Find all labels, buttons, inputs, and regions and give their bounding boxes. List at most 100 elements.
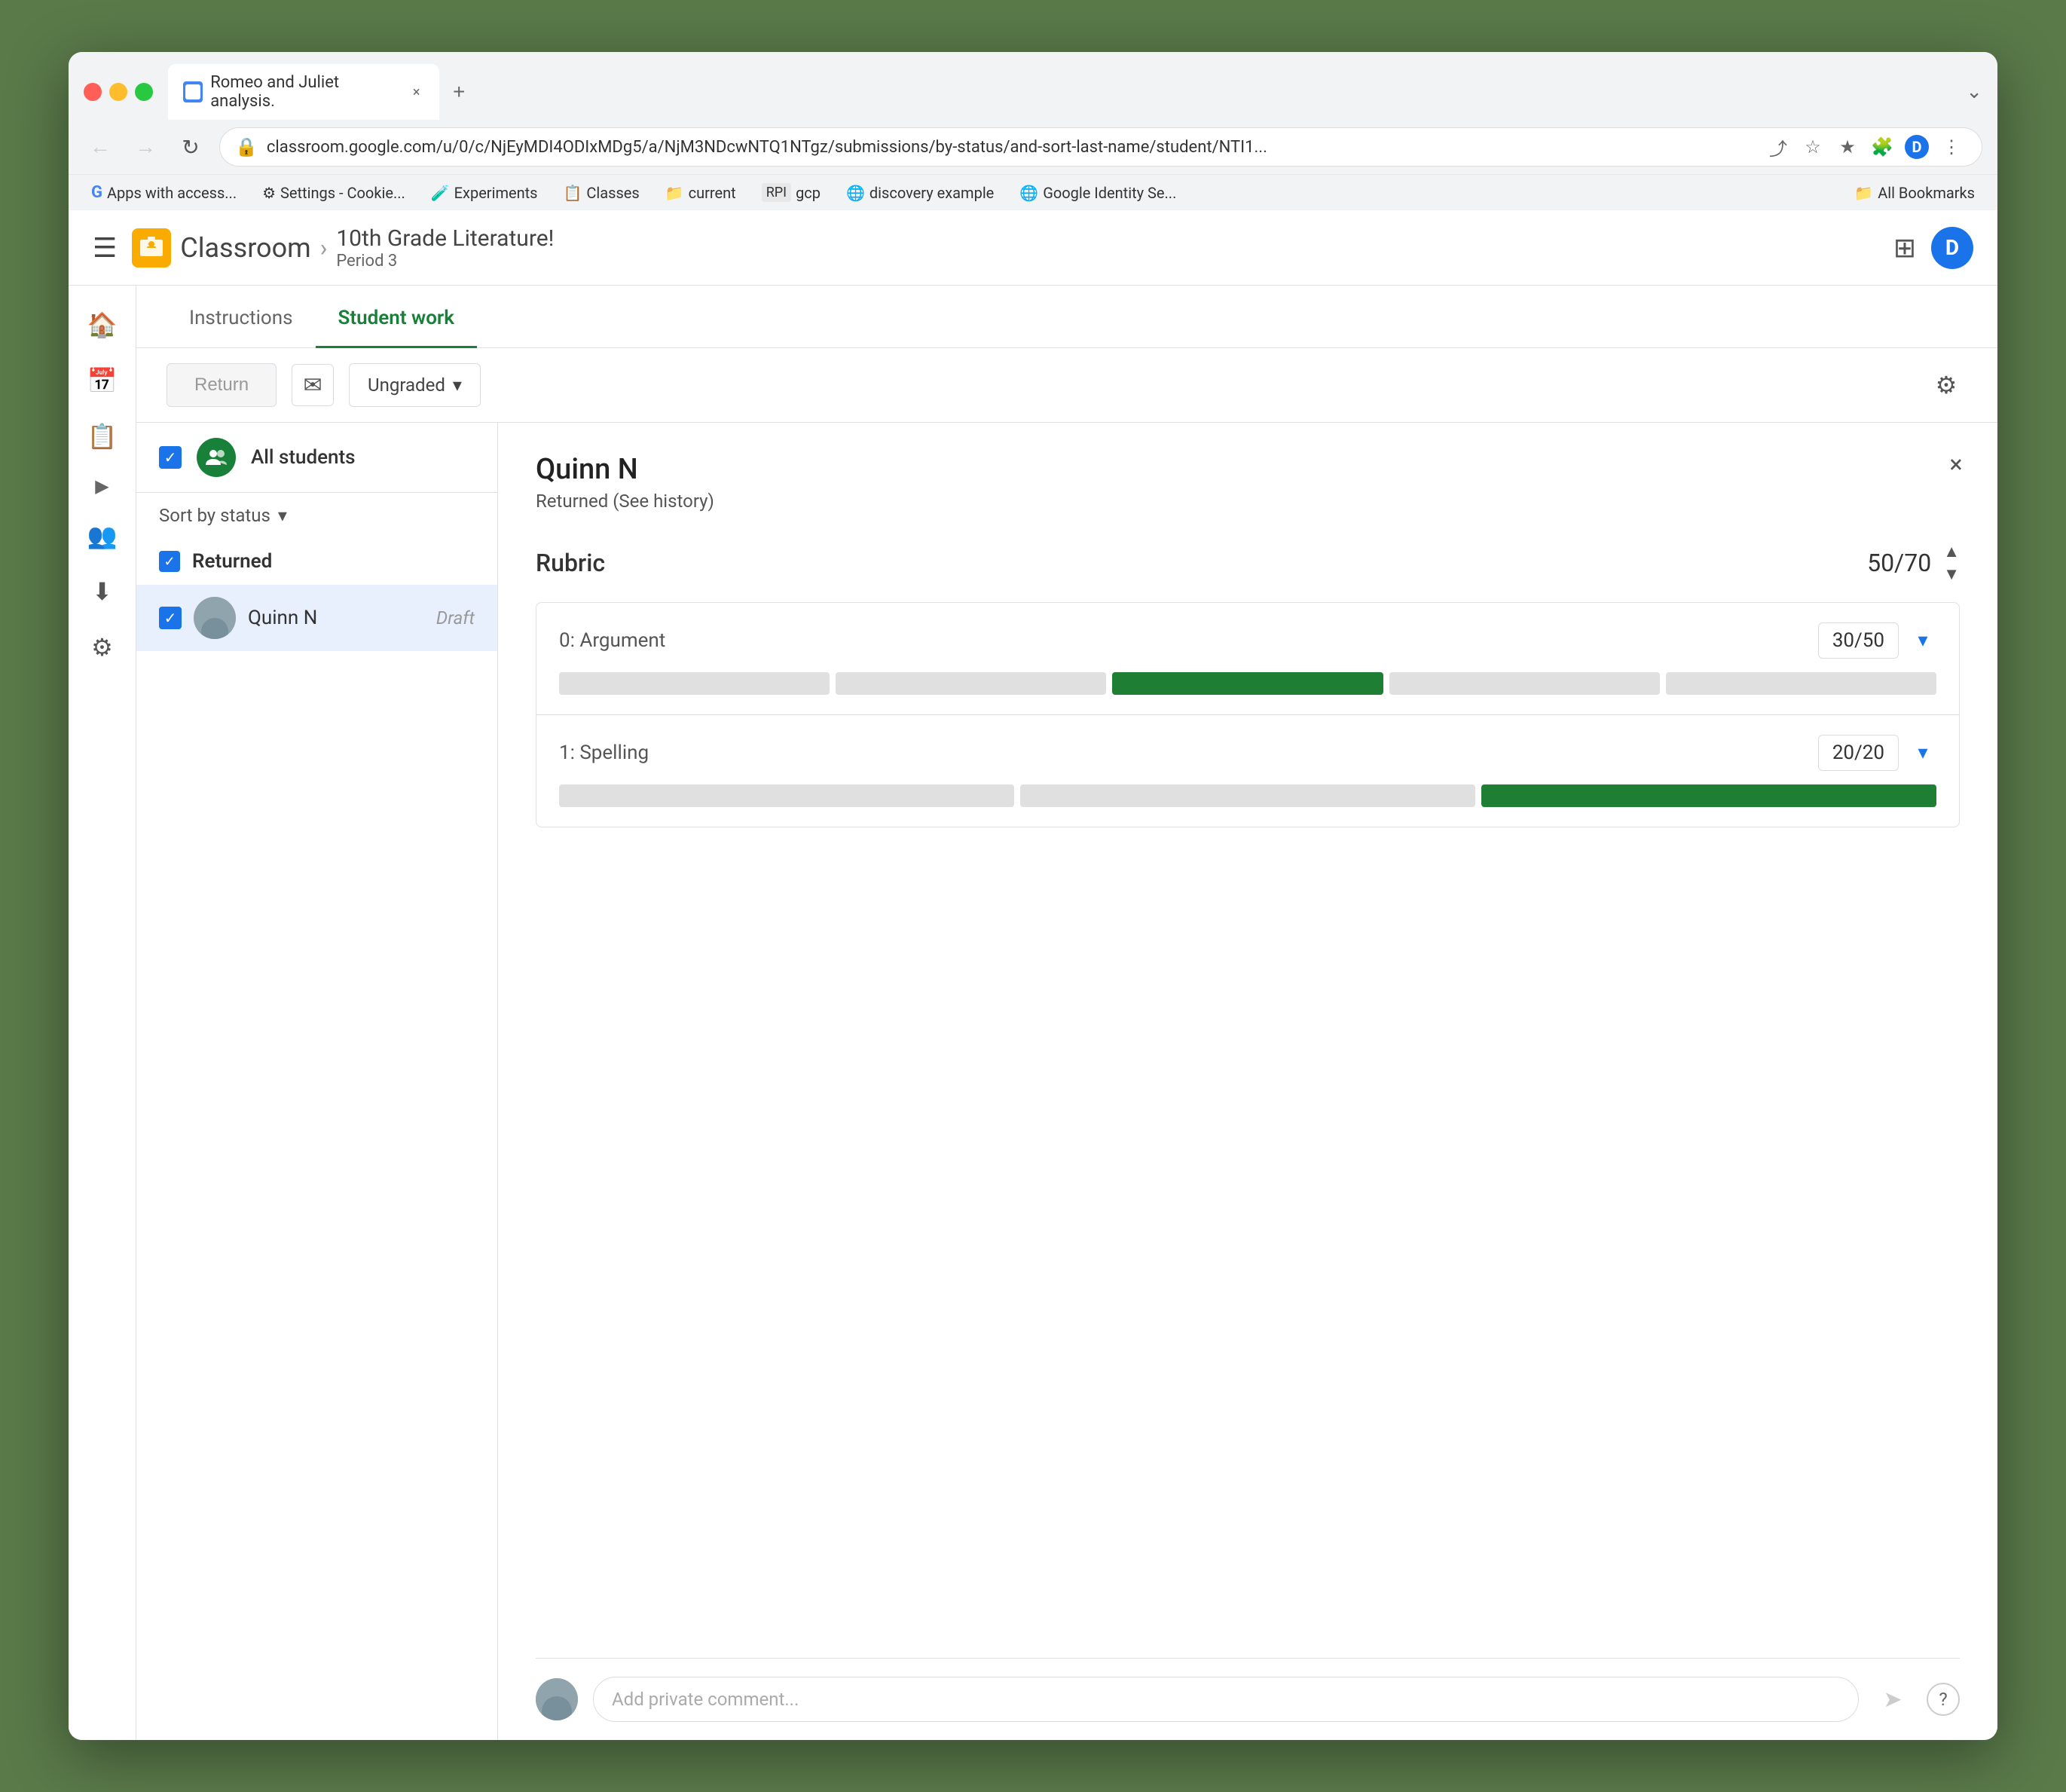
all-students-label: All students: [251, 446, 356, 469]
rubric-item-spelling-header: 1: Spelling 20/20 ▾: [559, 735, 1936, 771]
bookmark-discovery[interactable]: 🌐 discovery example: [839, 180, 1001, 206]
rubric-item-argument: 0: Argument 30/50 ▾: [536, 603, 1959, 715]
tab-student-work[interactable]: Student work: [316, 286, 477, 348]
rubric-item-argument-header: 0: Argument 30/50 ▾: [559, 622, 1936, 659]
tab-favicon-img: [185, 84, 200, 99]
sort-bar: Sort by status ▾: [136, 493, 497, 538]
sort-dropdown-icon[interactable]: ▾: [278, 505, 287, 526]
settings-gear-button[interactable]: ⚙: [1925, 364, 1967, 406]
sidebar: 🏠 📅 📋 ▶ 👥 ⬇ ⚙: [69, 286, 136, 1740]
minimize-traffic-light[interactable]: [109, 83, 127, 101]
student-checkbox-quinn[interactable]: [159, 607, 182, 629]
progress-seg-4: [1389, 672, 1660, 695]
sidebar-item-settings[interactable]: ⚙: [78, 623, 127, 671]
more-options-icon[interactable]: ⋮: [1936, 132, 1967, 162]
tab-chevron[interactable]: ⌄: [1966, 81, 1982, 103]
all-students-checkbox[interactable]: [159, 446, 182, 469]
sidebar-item-download[interactable]: ⬇: [78, 567, 127, 616]
new-tab-button[interactable]: +: [442, 72, 475, 112]
apps-grid-icon[interactable]: ⊞: [1893, 232, 1916, 264]
dropdown-arrow-icon: ▾: [453, 375, 462, 396]
lock-icon: 🔒: [235, 136, 258, 157]
tab-favicon: [183, 81, 203, 102]
profile-avatar: D: [1905, 135, 1929, 159]
profile-icon[interactable]: D: [1902, 132, 1932, 162]
close-detail-button[interactable]: ×: [1937, 445, 1975, 483]
hamburger-menu-icon[interactable]: ☰: [93, 232, 117, 264]
maximize-traffic-light[interactable]: [135, 83, 153, 101]
comment-placeholder: Add private comment...: [612, 1689, 799, 1710]
returned-section-title: Returned: [192, 550, 272, 573]
bookmark-gcp-label: gcp: [796, 184, 821, 202]
tab-instructions[interactable]: Instructions: [167, 286, 316, 348]
classroom-logo-icon: [132, 228, 171, 268]
rubric-up-icon: ▲: [1943, 542, 1960, 561]
rubric-spelling-progress: [559, 784, 1936, 807]
comment-input[interactable]: Add private comment...: [593, 1677, 1859, 1722]
sidebar-item-people[interactable]: 👥: [78, 512, 127, 560]
rubric-expand-button[interactable]: ▲ ▼: [1943, 542, 1960, 584]
active-tab[interactable]: Romeo and Juliet analysis. ×: [168, 64, 439, 120]
content-area: Instructions Student work Return ✉ Ungra…: [136, 286, 1997, 1740]
bookmark-gcp[interactable]: RPI gcp: [754, 179, 828, 206]
classroom-logo: Classroom: [132, 228, 310, 268]
rubric-total-score: 50/70: [1867, 549, 1931, 577]
sort-by-label: Sort by status: [159, 505, 270, 526]
back-button[interactable]: ←: [84, 130, 117, 164]
return-button[interactable]: Return: [167, 363, 277, 407]
user-avatar[interactable]: D: [1931, 227, 1973, 269]
bookmark-icon[interactable]: ☆: [1798, 132, 1828, 162]
help-button[interactable]: ?: [1927, 1683, 1960, 1716]
progress-seg-3: [1112, 672, 1383, 695]
star-icon[interactable]: ★: [1832, 132, 1863, 162]
course-info: 10th Grade Literature! Period 3: [336, 225, 554, 271]
course-title[interactable]: 10th Grade Literature!: [336, 225, 554, 252]
send-comment-button[interactable]: ➤: [1874, 1680, 1912, 1718]
student-row-quinn[interactable]: Quinn N Draft: [136, 585, 497, 651]
bookmark-google-identity[interactable]: 🌐 Google Identity Se...: [1012, 180, 1184, 206]
main-layout: 🏠 📅 📋 ▶ 👥 ⬇ ⚙ Instructions Student work …: [69, 286, 1997, 1740]
rubric-title: Rubric: [536, 549, 1867, 577]
browser-chrome: Romeo and Juliet analysis. × + ⌄ ← → ↻ 🔒…: [69, 52, 1997, 210]
student-status-quinn: Draft: [436, 607, 475, 628]
sidebar-item-assignments[interactable]: 📋: [78, 412, 127, 460]
mail-button[interactable]: ✉: [292, 364, 334, 406]
url-bar[interactable]: 🔒 classroom.google.com/u/0/c/NjEyMDI4ODI…: [219, 127, 1982, 167]
sidebar-item-home[interactable]: 🏠: [78, 301, 127, 349]
close-traffic-light[interactable]: [84, 83, 102, 101]
tab-close-button[interactable]: ×: [408, 84, 424, 100]
extensions-icon[interactable]: 🧩: [1867, 132, 1897, 162]
bookmark-discovery-label: discovery example: [869, 184, 994, 202]
bookmark-all[interactable]: 📁 All Bookmarks: [1847, 180, 1982, 206]
url-text: classroom.google.com/u/0/c/NjEyMDI4ODIxM…: [267, 138, 1754, 157]
app-name-label: Classroom: [180, 232, 310, 264]
screenshare-icon[interactable]: ⤴: [1763, 132, 1793, 162]
sidebar-item-calendar[interactable]: 📅: [78, 356, 127, 405]
detail-panel: × Quinn N Returned (See history) Rubric …: [498, 423, 1997, 1740]
rubric-item-argument-score: 30/50: [1818, 622, 1899, 659]
bookmark-experiments-label: Experiments: [454, 184, 538, 202]
bookmark-settings[interactable]: ⚙ Settings - Cookie...: [255, 180, 413, 206]
returned-section-checkbox[interactable]: [159, 551, 180, 572]
help-icon: ?: [1939, 1689, 1947, 1710]
bookmark-apps[interactable]: G Apps with access...: [84, 179, 244, 206]
forward-button[interactable]: →: [129, 130, 162, 164]
rubric-item-argument-name: 0: Argument: [559, 629, 1818, 652]
spelling-seg-1: [559, 784, 1014, 807]
rubric-item-argument-expand[interactable]: ▾: [1909, 627, 1936, 654]
progress-seg-5: [1666, 672, 1936, 695]
sidebar-expand-button[interactable]: ▶: [87, 468, 116, 504]
bookmarks-bar: G Apps with access... ⚙ Settings - Cooki…: [69, 174, 1997, 210]
bookmark-classes[interactable]: 📋 Classes: [556, 180, 647, 206]
reload-button[interactable]: ↻: [174, 130, 207, 164]
spelling-seg-2: [1020, 784, 1475, 807]
grade-dropdown[interactable]: Ungraded ▾: [349, 363, 481, 407]
all-students-row: All students: [136, 423, 497, 493]
send-icon: ➤: [1883, 1686, 1902, 1713]
bookmark-experiments[interactable]: 🧪 Experiments: [423, 180, 546, 206]
rubric-item-spelling-expand[interactable]: ▾: [1909, 739, 1936, 766]
all-students-icon: [197, 438, 236, 477]
bookmark-classes-label: Classes: [586, 184, 639, 202]
bookmark-current[interactable]: 📁 current: [658, 180, 744, 206]
app-content: ☰ Classroom › 10th Grade Literature! Per…: [69, 210, 1997, 1740]
